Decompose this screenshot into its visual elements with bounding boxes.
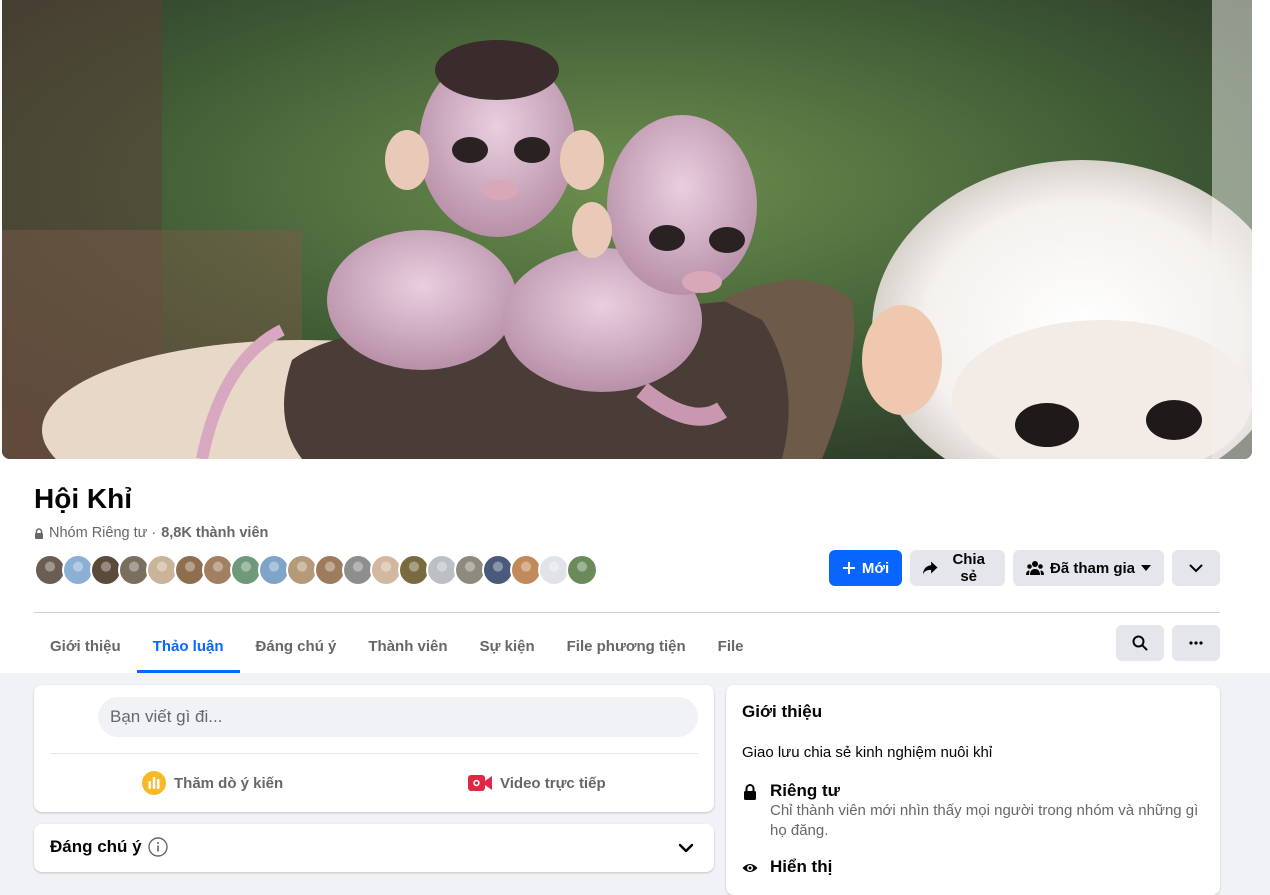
- member-avatar[interactable]: [566, 554, 598, 586]
- group-privacy: Nhóm Riêng tư ·: [49, 525, 157, 541]
- tab-members[interactable]: Thành viên: [352, 620, 463, 673]
- info-icon[interactable]: [148, 837, 168, 857]
- lock-icon: [35, 527, 43, 539]
- composer-divider: [50, 753, 698, 754]
- post-composer: Thăm dò ý kiến Video trực tiếp: [34, 685, 714, 812]
- lock-icon: [744, 784, 756, 800]
- featured-card[interactable]: Đáng chú ý: [34, 824, 714, 872]
- header-divider: [34, 612, 1220, 613]
- share-label: Chia sẻ: [952, 551, 985, 585]
- more-dots-icon: [1189, 641, 1203, 645]
- private-title: Riêng tư: [770, 781, 840, 800]
- more-options-button[interactable]: [1172, 550, 1220, 586]
- share-icon: [922, 561, 938, 575]
- member-avatars[interactable]: [34, 554, 598, 586]
- group-tabs: Giới thiệu Thảo luận Đáng chú ý Thành vi…: [34, 620, 760, 673]
- caret-down-icon: [1141, 565, 1152, 571]
- post-input[interactable]: [98, 697, 698, 737]
- share-button[interactable]: Chia sẻ: [910, 550, 1005, 586]
- poll-label: Thăm dò ý kiến: [174, 774, 284, 792]
- new-label: Mới: [861, 559, 890, 577]
- featured-title: Đáng chú ý: [50, 837, 142, 856]
- about-description: Giao lưu chia sẻ kinh nghiệm nuôi khỉ: [742, 744, 993, 761]
- visibility-row: Hiển thị: [742, 857, 832, 877]
- joined-label: Đã tham gia: [1049, 559, 1136, 577]
- eye-icon: [742, 864, 758, 872]
- about-title: Giới thiệu: [742, 702, 823, 721]
- member-count[interactable]: 8,8K thành viên: [161, 525, 268, 541]
- joined-button[interactable]: Đã tham gia: [1013, 550, 1164, 586]
- tab-featured[interactable]: Đáng chú ý: [240, 620, 353, 673]
- cover-photo[interactable]: [2, 0, 1252, 459]
- poll-button[interactable]: Thăm dò ý kiến: [142, 767, 283, 799]
- visible-title: Hiển thị: [770, 857, 833, 876]
- tab-more-button[interactable]: [1172, 625, 1220, 661]
- poll-icon: [142, 771, 166, 795]
- chevron-down-icon[interactable]: [674, 836, 698, 860]
- tab-media[interactable]: File phương tiện: [551, 620, 702, 673]
- chevron-down-icon: [1189, 564, 1203, 572]
- new-post-button[interactable]: Mới: [829, 550, 902, 586]
- group-members-icon: [1025, 561, 1044, 575]
- group-meta: Nhóm Riêng tư · 8,8K thành viên: [34, 525, 268, 541]
- search-icon: [1132, 635, 1148, 651]
- cover-image: [2, 0, 1252, 459]
- privacy-row: Riêng tư Chỉ thành viên mới nhìn thấy mọ…: [742, 781, 1210, 841]
- plus-icon: [842, 562, 855, 574]
- group-name[interactable]: Hội Khỉ: [34, 483, 132, 515]
- tab-discussion[interactable]: Thảo luận: [136, 620, 240, 673]
- live-video-icon: [468, 775, 492, 791]
- tab-about[interactable]: Giới thiệu: [34, 620, 137, 673]
- about-card: Giới thiệu Giao lưu chia sẻ kinh nghiệm …: [726, 685, 1220, 895]
- tab-events[interactable]: Sự kiện: [464, 620, 551, 673]
- search-group-button[interactable]: [1116, 625, 1164, 661]
- live-label: Video trực tiếp: [500, 774, 606, 792]
- live-video-button[interactable]: Video trực tiếp: [468, 767, 606, 799]
- private-description: Chỉ thành viên mới nhìn thấy mọi người t…: [770, 802, 1199, 839]
- tab-files[interactable]: File: [702, 620, 760, 673]
